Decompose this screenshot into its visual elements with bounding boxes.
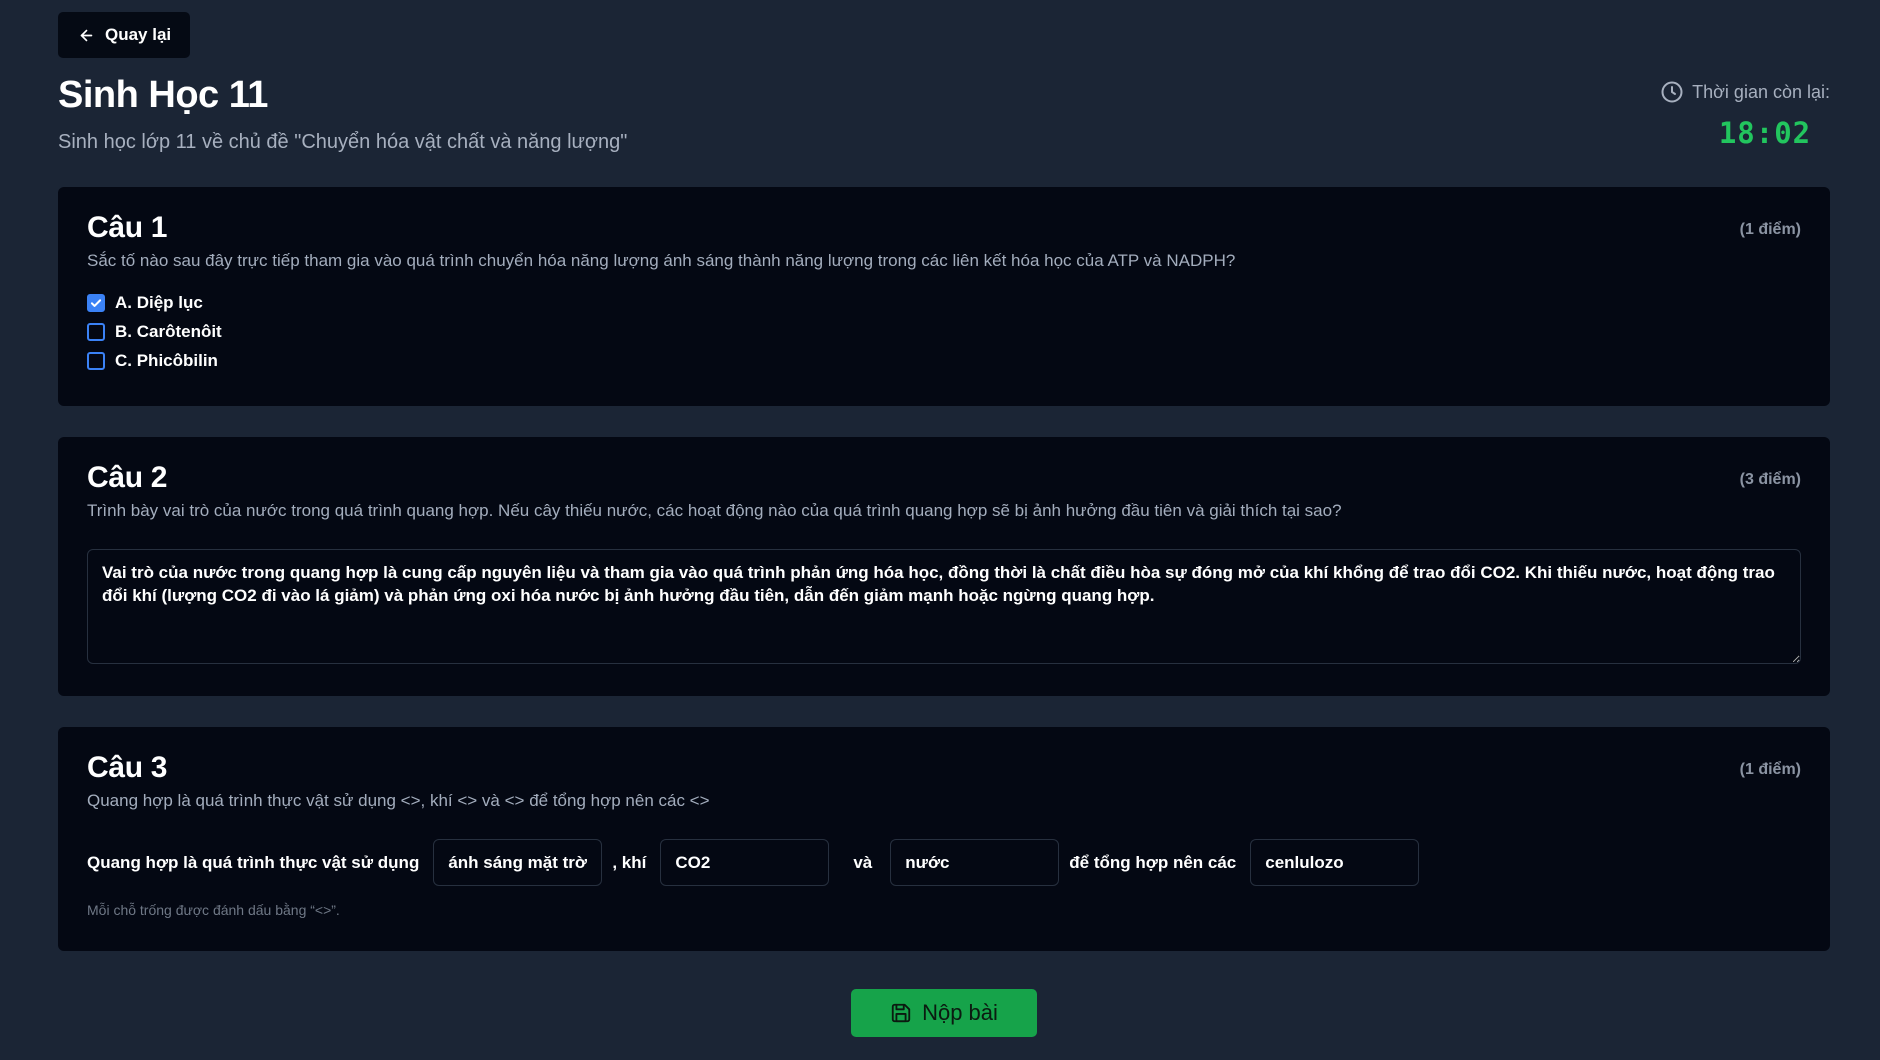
blank-input-1[interactable] [433, 839, 603, 886]
checkbox-checked[interactable] [87, 294, 105, 312]
blank-input-3[interactable] [890, 839, 1060, 886]
submit-button-label: Nộp bài [922, 1000, 998, 1025]
question-card-3: Câu 3 (1 điểm) Quang hợp là quá trình th… [58, 727, 1830, 951]
timer-label-row: Thời gian còn lại: [1660, 80, 1830, 104]
essay-answer-textarea[interactable]: Vai trò của nước trong quang hợp là cung… [87, 549, 1801, 664]
blank-input-4[interactable] [1250, 839, 1420, 886]
checkbox[interactable] [87, 323, 105, 341]
question-card-1: Câu 1 (1 điểm) Sắc tố nào sau đây trực t… [58, 187, 1830, 406]
question-points: (1 điểm) [1739, 761, 1801, 778]
option-label: C. Phicôbilin [115, 351, 218, 370]
question-card-2: Câu 2 (3 điểm) Trình bày vai trò của nướ… [58, 437, 1830, 696]
sentence-segment: và [853, 852, 873, 872]
question-text: Trình bày vai trò của nước trong quá trì… [87, 501, 1342, 520]
question-text: Sắc tố nào sau đây trực tiếp tham gia và… [87, 251, 1236, 270]
question-points: (3 điểm) [1739, 471, 1801, 488]
page-subtitle: Sinh học lớp 11 về chủ đề "Chuyển hóa vậ… [58, 131, 628, 153]
check-icon [90, 299, 102, 307]
back-button-label: Quay lại [105, 25, 172, 44]
arrow-left-icon [80, 29, 93, 41]
back-button[interactable]: Quay lại [58, 12, 191, 58]
timer-label: Thời gian còn lại: [1692, 81, 1830, 102]
sentence-segment: , khí [612, 852, 647, 872]
sentence-segment: để tổng hợp nên các [1069, 852, 1237, 872]
page-title: Sinh Học 11 [58, 74, 268, 116]
exam-page: Quay lại Sinh Học 11 Sinh học lớp 11 về … [0, 0, 1880, 1060]
sentence-segment: Quang hợp là quá trình thực vật sử dụng [87, 852, 420, 872]
option-label: A. Diệp lục [115, 293, 203, 312]
timer-value: 18:02 [1718, 116, 1812, 150]
hint-text: Mỗi chỗ trống được đánh dấu bằng “<>”. [87, 902, 340, 918]
submit-button[interactable]: Nộp bài [851, 989, 1037, 1037]
blank-input-2[interactable] [660, 839, 830, 886]
option-a[interactable]: A. Diệp lục [87, 293, 1801, 313]
question-title: Câu 3 [87, 751, 168, 784]
fill-in-blank-row: Quang hợp là quá trình thực vật sử dụng … [87, 839, 1801, 886]
save-icon [891, 1003, 911, 1023]
question-points: (1 điểm) [1739, 221, 1801, 238]
option-b[interactable]: B. Carôtenôit [87, 322, 1801, 342]
option-label: B. Carôtenôit [115, 322, 222, 341]
countdown-timer: Thời gian còn lại: 18:02 [1660, 80, 1830, 150]
question-text: Quang hợp là quá trình thực vật sử dụng … [87, 791, 710, 810]
clock-icon [1661, 81, 1683, 103]
answer-options: A. Diệp lục B. Carôtenôit C. Phicôbilin [87, 293, 1801, 371]
question-title: Câu 1 [87, 211, 168, 244]
option-c[interactable]: C. Phicôbilin [87, 351, 1801, 371]
question-title: Câu 2 [87, 461, 168, 494]
checkbox[interactable] [87, 352, 105, 370]
